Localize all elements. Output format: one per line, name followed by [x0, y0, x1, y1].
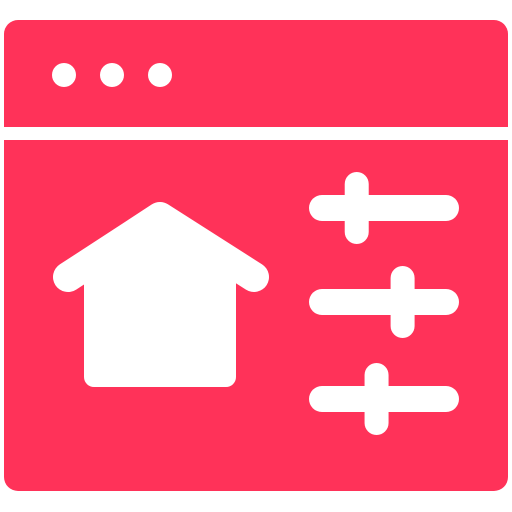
- window-dot-icon: [100, 63, 124, 87]
- window-dot-icon: [52, 63, 76, 87]
- window-controls: [52, 63, 172, 87]
- icon-canvas: [0, 0, 512, 512]
- window-title-bar: [4, 20, 508, 127]
- window-dot-icon: [148, 63, 172, 87]
- settings-sliders-icon: [309, 172, 459, 435]
- window-body: [4, 140, 508, 491]
- smart-home-settings-window-icon: [4, 20, 508, 491]
